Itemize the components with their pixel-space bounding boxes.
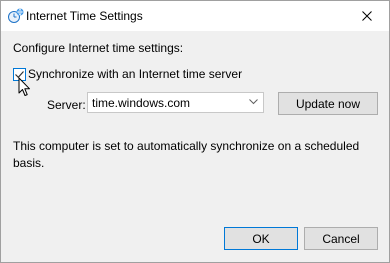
chevron-down-icon[interactable] bbox=[249, 99, 258, 105]
mouse-cursor-icon bbox=[18, 77, 30, 96]
server-combobox[interactable]: time.windows.com bbox=[87, 92, 264, 113]
title-bar: Internet Time Settings bbox=[1, 1, 389, 31]
server-value[interactable]: time.windows.com bbox=[92, 96, 190, 110]
sync-checkbox-row[interactable]: Synchronize with an Internet time server bbox=[13, 67, 242, 81]
window-title: Internet Time Settings bbox=[26, 9, 143, 23]
ok-button[interactable]: OK bbox=[224, 227, 298, 250]
sync-status-text: This computer is set to automatically sy… bbox=[13, 139, 360, 170]
dialog-heading: Configure Internet time settings: bbox=[13, 41, 184, 55]
close-button[interactable] bbox=[345, 1, 389, 31]
internet-time-settings-dialog: Internet Time Settings Configure Interne… bbox=[0, 0, 390, 263]
close-icon bbox=[362, 11, 372, 21]
server-label: Server: bbox=[47, 98, 86, 112]
clock-globe-icon bbox=[8, 8, 24, 24]
sync-checkbox-label[interactable]: Synchronize with an Internet time server bbox=[28, 67, 242, 81]
dialog-content: Configure Internet time settings: Synchr… bbox=[1, 31, 389, 262]
cancel-button[interactable]: Cancel bbox=[304, 227, 378, 250]
update-now-button[interactable]: Update now bbox=[278, 92, 378, 115]
